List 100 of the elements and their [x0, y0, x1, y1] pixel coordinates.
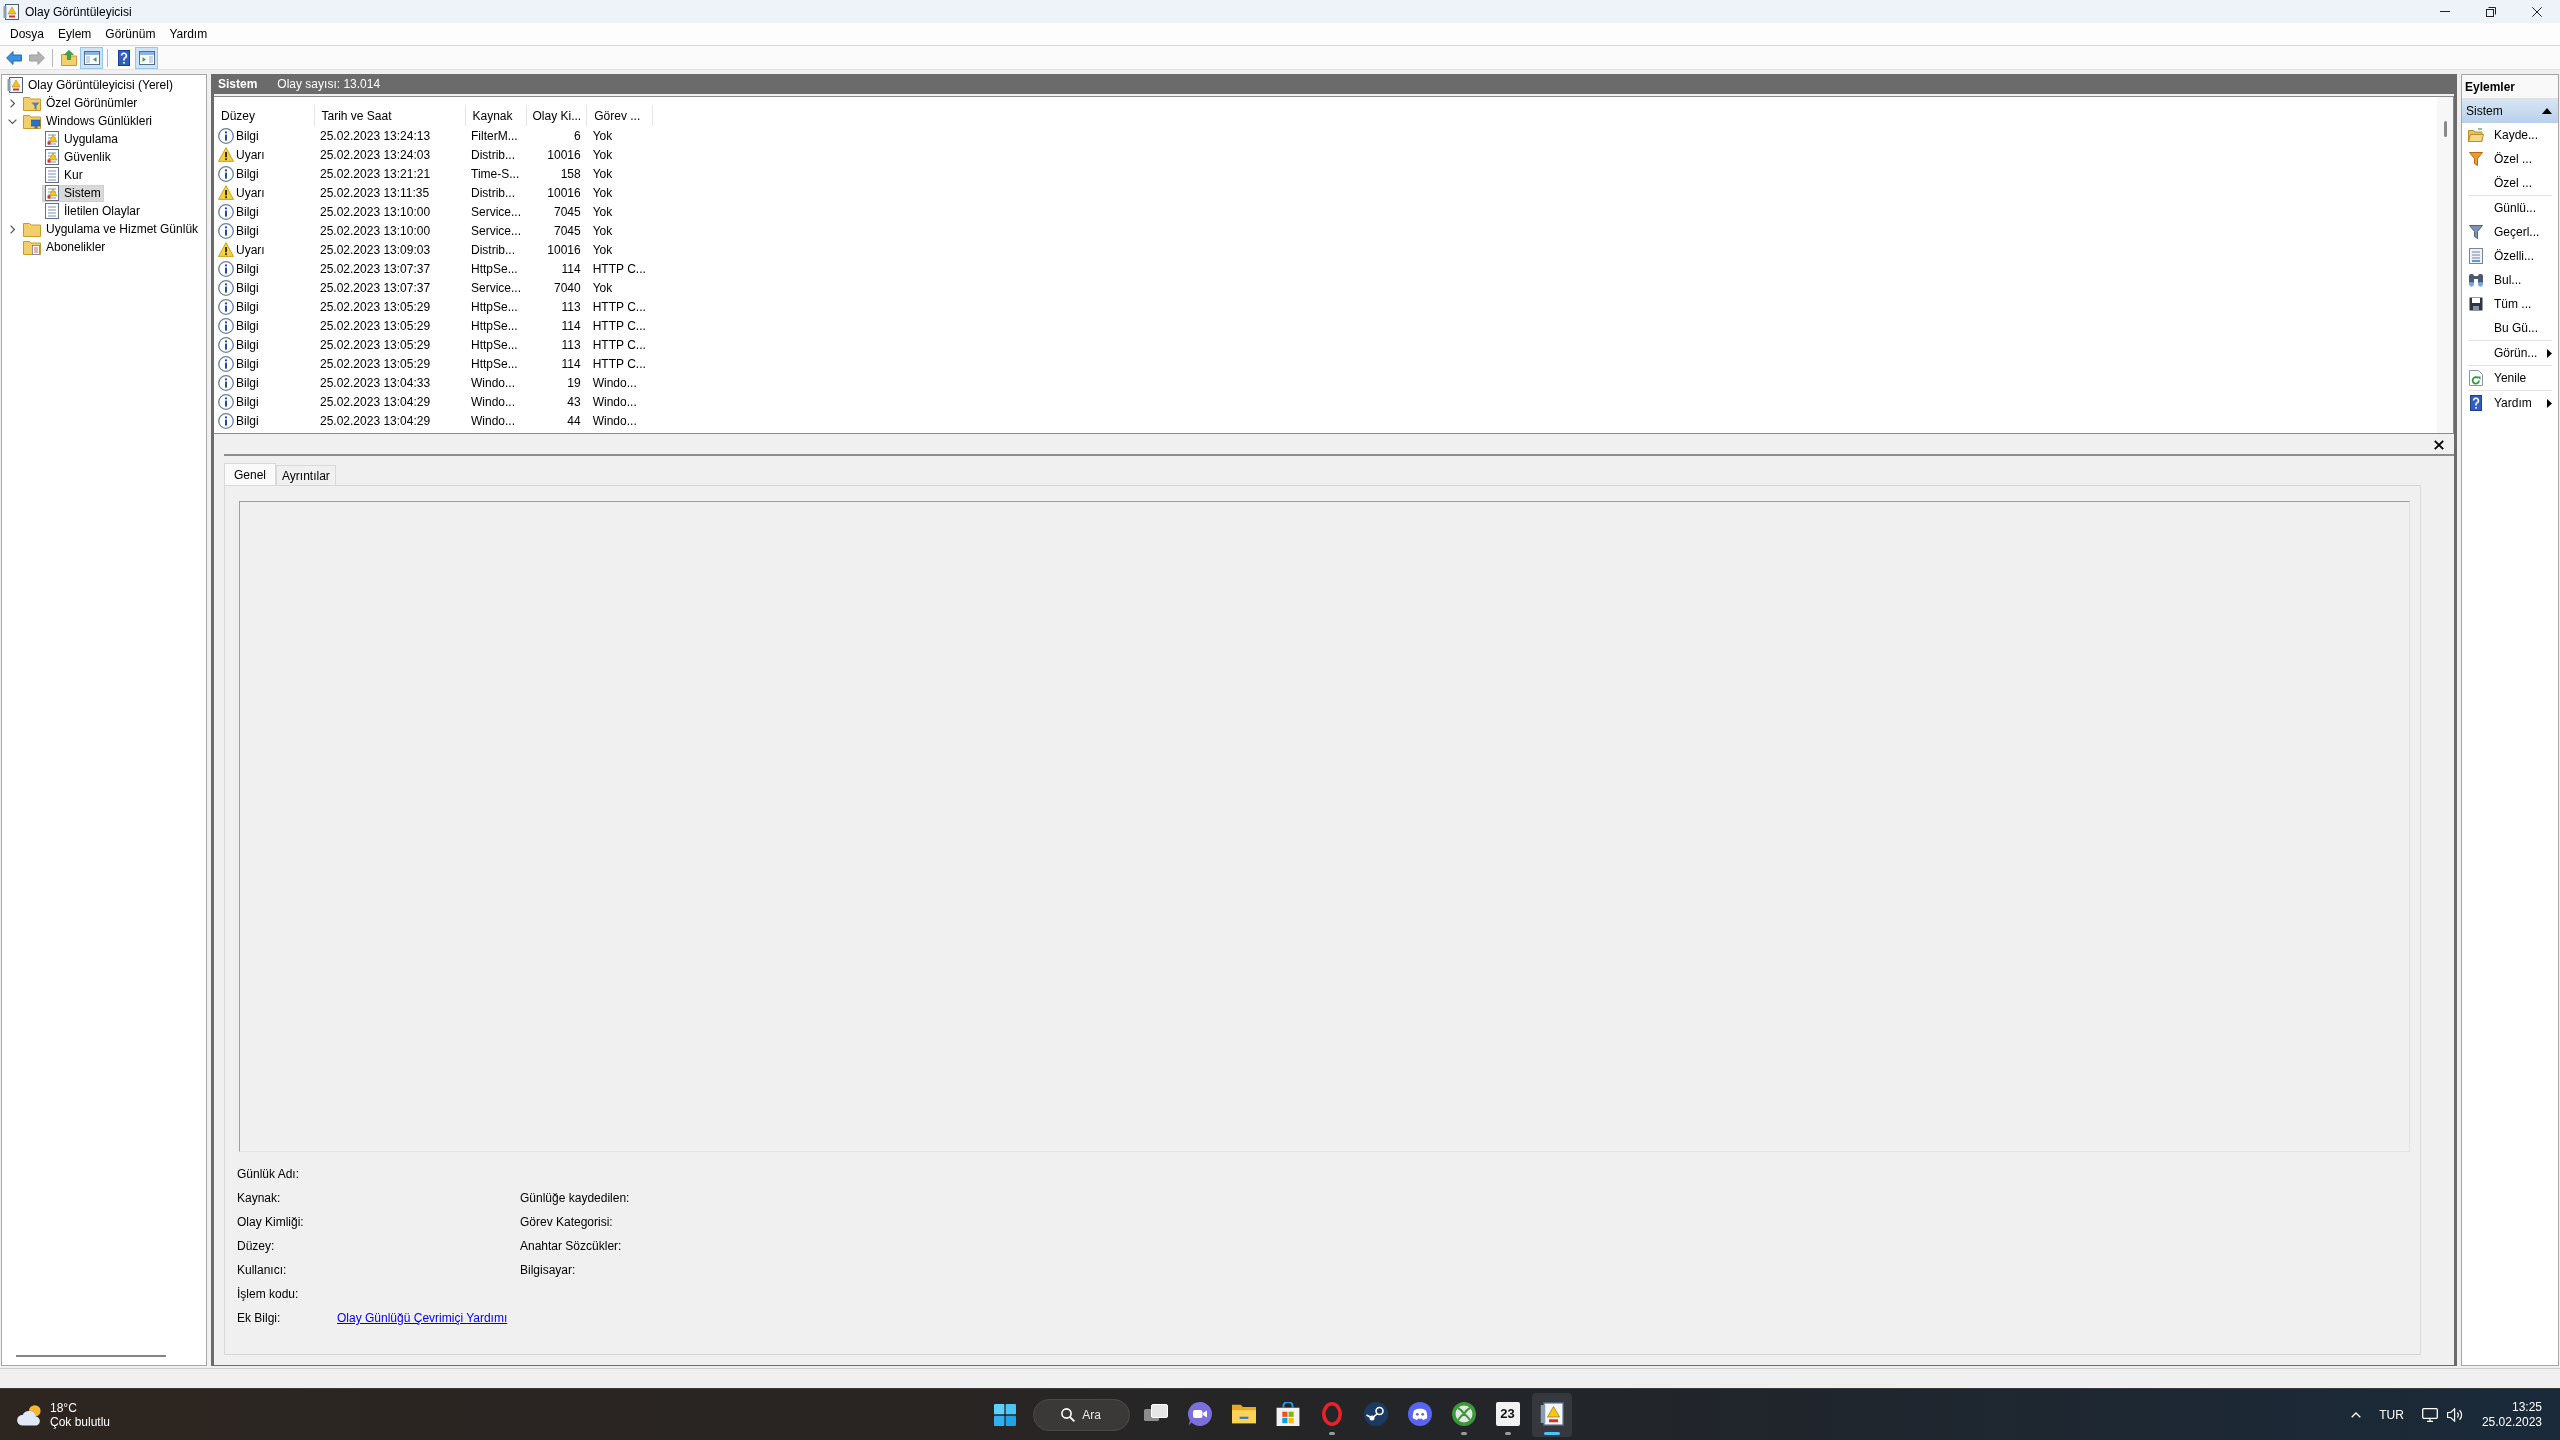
table-cell-text: 19 [566, 374, 582, 392]
table-cell-text: 10016 [546, 184, 582, 202]
minimize-icon [2440, 11, 2450, 12]
table-cell: Bilgi [236, 356, 259, 371]
help-icon [2470, 395, 2482, 411]
collapse-icon[interactable] [7, 118, 17, 124]
tree-item[interactable]: Windows Günlükleri [20, 112, 156, 130]
section-header[interactable]: Sistem [2462, 99, 2558, 123]
video-chat-icon [1187, 1401, 1212, 1426]
help-link[interactable]: Olay Günlüğü Çevrimiçi Yardımı [337, 1311, 508, 1325]
expand-icon[interactable] [9, 224, 15, 234]
network-icon [2421, 1407, 2438, 1422]
gamepad-face-icon [1407, 1401, 1432, 1426]
field-label: Günlük Adı: [237, 1167, 300, 1181]
menu-item[interactable]: Dosya [3, 24, 51, 44]
expand-icon[interactable] [9, 98, 15, 108]
table-cell-text: 44 [566, 412, 582, 430]
warning-icon [218, 147, 234, 162]
table-cell-text: Yok [591, 279, 614, 297]
table-cell-text: 7045 [553, 203, 582, 221]
description-field[interactable] [239, 501, 2410, 1152]
menu-item[interactable]: Yardım [162, 24, 215, 44]
action-item[interactable]: Görün... [2468, 341, 2552, 365]
table-cell-text: 114 [560, 260, 582, 278]
log-icon [45, 167, 59, 183]
tree-item[interactable]: İletilen Olaylar [42, 202, 144, 220]
chevron-up-icon [2351, 1411, 2362, 1418]
table-cell: FilterM... [465, 126, 526, 145]
action-item[interactable]: Yenile [2468, 366, 2552, 390]
table-cell: Uyarı [236, 185, 265, 200]
taskbar-app-button[interactable]: 23 [1487, 1392, 1528, 1437]
computer-folder-icon [23, 113, 41, 129]
x-circle-icon [1451, 1401, 1476, 1426]
properties-icon [2469, 248, 2483, 264]
menu-item[interactable]: Görünüm [98, 24, 163, 44]
action-pane-button[interactable] [135, 46, 158, 69]
tree-item[interactable]: Uygulama ve Hizmet Günlük [20, 220, 202, 238]
table-cell: Bilgi [236, 299, 259, 314]
search-button[interactable]: Ara [1032, 1398, 1130, 1431]
action-item[interactable]: Özel ... [2468, 171, 2552, 195]
action-item[interactable]: Tüm ... [2468, 292, 2552, 316]
tree-item[interactable]: Güvenlik [42, 148, 114, 166]
action-item[interactable]: Özelli... [2468, 244, 2552, 268]
tree-item[interactable]: Uygulama [42, 130, 122, 148]
action-item[interactable]: Yardım [2468, 391, 2552, 415]
table-cell: Bilgi [236, 166, 259, 181]
table-cell-text: HTTP C... [591, 298, 647, 316]
scrollbar-thumb[interactable] [2443, 121, 2447, 137]
tree-item[interactable]: Kur [42, 166, 86, 184]
tree-item[interactable]: Özel Görünümler [20, 94, 141, 112]
action-item[interactable]: Kayde... [2468, 123, 2552, 147]
field-label: Kaynak: [237, 1191, 281, 1205]
table-cell-text: 25.02.2023 13:07:37 [319, 260, 432, 278]
weather-widget[interactable]: 18°C Çok bulutlu [10, 1392, 117, 1437]
event-count: Olay sayısı: 13.014 [277, 77, 381, 91]
table-cell-text: Yok [591, 165, 614, 183]
table-cell-text: 25.02.2023 13:24:03 [319, 146, 432, 164]
app-tile-text: 23 [1495, 1401, 1520, 1426]
table-cell-text: Yok [591, 203, 614, 221]
tab[interactable]: Ayrıntılar [276, 465, 336, 485]
table-cell: Bilgi [236, 318, 259, 333]
table-cell-text: HTTP C... [591, 260, 647, 278]
shopping-bag-icon [1275, 1401, 1300, 1426]
tree-item[interactable]: Sistem [42, 184, 104, 202]
panel-title: Eylemler [2462, 75, 2558, 99]
info-icon [218, 279, 234, 296]
table-cell: Bilgi [236, 223, 259, 238]
taskbar-app-button[interactable] [1531, 1392, 1572, 1437]
info-icon [218, 260, 234, 277]
pane-toggle-icon [138, 50, 155, 65]
table-cell-text: 25.02.2023 13:10:00 [319, 222, 432, 240]
tab[interactable]: Genel [224, 463, 277, 485]
table-cell-text: HTTP C... [591, 355, 647, 373]
field-label: Düzey: [237, 1239, 275, 1253]
table-cell-text: 25.02.2023 13:05:29 [319, 317, 432, 335]
action-item[interactable]: Günlü... [2468, 196, 2552, 220]
pane-toggle-icon [83, 50, 100, 65]
table-cell-text: Service... [470, 222, 522, 240]
table-cell-text: 158 [559, 165, 582, 183]
table-cell-text: Yok [591, 184, 614, 202]
language-button[interactable]: TUR [2372, 1394, 2411, 1435]
folder-icon [23, 221, 41, 237]
field-label: Anahtar Sözcükler: [520, 1239, 622, 1253]
close-icon[interactable] [2434, 440, 2444, 450]
menu-item[interactable]: Eylem [51, 24, 99, 44]
clock-button[interactable]: 13:25 25.02.2023 [2473, 1394, 2550, 1435]
action-item[interactable]: Özel ... [2468, 147, 2552, 171]
vertical-scrollbar[interactable] [2437, 97, 2453, 433]
action-item[interactable]: Bul... [2468, 268, 2552, 292]
tree-item[interactable]: Abonelikler [20, 238, 109, 256]
scrollbar-thumb[interactable] [16, 1355, 166, 1357]
action-item[interactable]: Bu Gü... [2468, 316, 2552, 340]
table-cell-text: 25.02.2023 13:05:29 [319, 355, 432, 373]
table-cell-text: 25.02.2023 13:04:29 [319, 412, 432, 430]
console-tree-button[interactable] [80, 46, 103, 69]
tree-item[interactable]: Olay Görüntüleyicisi (Yerel) [4, 76, 176, 94]
table-cell-text: Windo... [591, 412, 638, 430]
table-cell: Bilgi [236, 261, 259, 276]
action-item[interactable]: Geçerl... [2468, 220, 2552, 244]
log-icon [45, 203, 59, 219]
